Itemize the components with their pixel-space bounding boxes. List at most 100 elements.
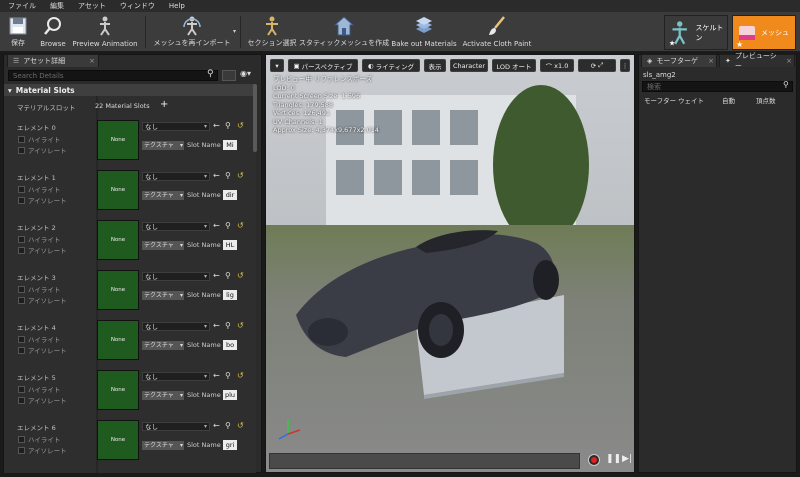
material-dropdown[interactable]: なし: [142, 422, 210, 431]
material-dropdown[interactable]: なし: [142, 372, 210, 381]
playback-speed-button[interactable]: ⌒ x1.0: [540, 59, 574, 72]
menu-window[interactable]: ウィンドウ: [120, 1, 155, 11]
highlight-checkbox[interactable]: ハイライト: [18, 434, 78, 444]
record-icon[interactable]: [588, 454, 600, 466]
close-tab-icon[interactable]: ×: [708, 57, 714, 65]
slot-name-input[interactable]: lig: [223, 290, 237, 300]
material-thumbnail[interactable]: None: [97, 120, 139, 160]
isolate-checkbox[interactable]: アイソレート: [18, 295, 78, 305]
step-forward-icon[interactable]: ▶|: [622, 454, 632, 464]
use-selected-arrow-icon[interactable]: ←: [213, 121, 220, 130]
section-select-button[interactable]: セクション選択: [246, 14, 298, 50]
reimport-dropdown-icon[interactable]: ▾: [233, 28, 236, 35]
bake-materials-button[interactable]: Bake out Materials: [390, 14, 458, 50]
eye-icon[interactable]: ◉▾: [240, 69, 251, 78]
use-selected-arrow-icon[interactable]: ←: [213, 421, 220, 430]
slot-name-input[interactable]: Mi: [223, 140, 237, 150]
highlight-checkbox[interactable]: ハイライト: [18, 384, 78, 394]
texture-dropdown[interactable]: テクスチャ: [142, 391, 184, 400]
material-thumbnail[interactable]: None: [97, 420, 139, 460]
slot-name-input[interactable]: bo: [223, 340, 237, 350]
reset-icon[interactable]: ↺: [237, 171, 244, 180]
material-thumbnail[interactable]: None: [97, 270, 139, 310]
add-slot-icon[interactable]: +: [160, 99, 168, 110]
isolate-checkbox[interactable]: アイソレート: [18, 145, 78, 155]
highlight-checkbox[interactable]: ハイライト: [18, 334, 78, 344]
column-morph-target[interactable]: モーフター: [644, 95, 678, 105]
material-thumbnail[interactable]: None: [97, 370, 139, 410]
details-scrollbar[interactable]: [253, 84, 257, 152]
texture-dropdown[interactable]: テクスチャ: [142, 291, 184, 300]
texture-dropdown[interactable]: テクスチャ: [142, 341, 184, 350]
browse-material-icon[interactable]: ⚲: [225, 321, 231, 330]
material-dropdown[interactable]: なし: [142, 322, 210, 331]
isolate-checkbox[interactable]: アイソレート: [18, 445, 78, 455]
browse-material-icon[interactable]: ⚲: [225, 171, 231, 180]
make-static-mesh-button[interactable]: スタティックメッシュを作成: [299, 14, 389, 50]
isolate-checkbox[interactable]: アイソレート: [18, 195, 78, 205]
lighting-button[interactable]: ◐ ライティング: [362, 59, 420, 72]
material-thumbnail[interactable]: None: [97, 320, 139, 360]
menu-asset[interactable]: アセット: [78, 1, 106, 11]
viewport-more-icon[interactable]: ⋮: [620, 59, 630, 72]
slot-name-input[interactable]: dir: [223, 190, 237, 200]
timeline-scrubber[interactable]: [269, 453, 580, 469]
use-selected-arrow-icon[interactable]: ←: [213, 221, 220, 230]
preview-animation-button[interactable]: Preview Animation: [72, 14, 138, 50]
reset-icon[interactable]: ↺: [237, 221, 244, 230]
activate-cloth-paint-button[interactable]: Activate Cloth Paint: [462, 14, 532, 50]
camera-controls[interactable]: ⟳ ⤢: [578, 59, 616, 72]
details-search-input[interactable]: Search Details: [8, 70, 218, 81]
highlight-checkbox[interactable]: ハイライト: [18, 184, 78, 194]
column-vertex-count[interactable]: 頂点数: [756, 95, 790, 105]
reimport-mesh-button[interactable]: メッシュを再インポート: [150, 14, 234, 50]
material-dropdown[interactable]: なし: [142, 222, 210, 231]
slot-name-input[interactable]: plu: [223, 390, 237, 400]
material-dropdown[interactable]: なし: [142, 172, 210, 181]
use-selected-arrow-icon[interactable]: ←: [213, 271, 220, 280]
lod-button[interactable]: LOD オート: [492, 59, 536, 72]
tab-asset-details[interactable]: ☰ アセット詳細 ×: [7, 54, 99, 67]
browse-material-icon[interactable]: ⚲: [225, 371, 231, 380]
perspective-button[interactable]: ▣ パースペクティブ: [288, 59, 358, 72]
isolate-checkbox[interactable]: アイソレート: [18, 245, 78, 255]
highlight-checkbox[interactable]: ハイライト: [18, 234, 78, 244]
character-button[interactable]: Character: [450, 59, 488, 72]
tab-morph-target[interactable]: ◈ モーフターゲ ×: [641, 54, 717, 67]
reset-icon[interactable]: ↺: [237, 321, 244, 330]
browse-material-icon[interactable]: ⚲: [225, 421, 231, 430]
morph-search-input[interactable]: 検索: [642, 81, 793, 92]
save-button[interactable]: 保存: [4, 14, 32, 50]
reset-icon[interactable]: ↺: [237, 121, 244, 130]
use-selected-arrow-icon[interactable]: ←: [213, 371, 220, 380]
show-button[interactable]: 表示: [424, 59, 446, 72]
menu-file[interactable]: ファイル: [8, 1, 36, 11]
material-thumbnail[interactable]: None: [97, 170, 139, 210]
search-icon[interactable]: ⚲: [207, 69, 214, 79]
skeleton-mode-button[interactable]: ★ スケルトン: [664, 15, 728, 50]
pause-icon[interactable]: ❚❚: [606, 454, 621, 464]
viewport[interactable]: ▾ ▣ パースペクティブ ◐ ライティング 表示 Character LOD オート…: [265, 54, 635, 473]
use-selected-arrow-icon[interactable]: ←: [213, 171, 220, 180]
highlight-checkbox[interactable]: ハイライト: [18, 284, 78, 294]
menu-help[interactable]: Help: [169, 2, 185, 10]
viewport-options-icon[interactable]: ▾: [270, 59, 284, 72]
browse-material-icon[interactable]: ⚲: [225, 121, 231, 130]
texture-dropdown[interactable]: テクスチャ: [142, 241, 184, 250]
material-dropdown[interactable]: なし: [142, 122, 210, 131]
reset-icon[interactable]: ↺: [237, 421, 244, 430]
reset-icon[interactable]: ↺: [237, 271, 244, 280]
browse-material-icon[interactable]: ⚲: [225, 271, 231, 280]
use-selected-arrow-icon[interactable]: ←: [213, 321, 220, 330]
texture-dropdown[interactable]: テクスチャ: [142, 191, 184, 200]
menu-edit[interactable]: 編集: [50, 1, 64, 11]
material-dropdown[interactable]: なし: [142, 272, 210, 281]
mesh-mode-button[interactable]: ★ メッシュ: [732, 15, 796, 50]
tab-preview-scene[interactable]: ✦ プレビューシー ×: [719, 52, 795, 70]
slot-name-input[interactable]: gri: [223, 440, 237, 450]
reset-icon[interactable]: ↺: [237, 371, 244, 380]
section-header-material-slots[interactable]: ▾ Material Slots: [4, 84, 256, 96]
search-icon[interactable]: ⚲: [783, 80, 789, 89]
isolate-checkbox[interactable]: アイソレート: [18, 345, 78, 355]
slot-name-input[interactable]: HL: [223, 240, 237, 250]
